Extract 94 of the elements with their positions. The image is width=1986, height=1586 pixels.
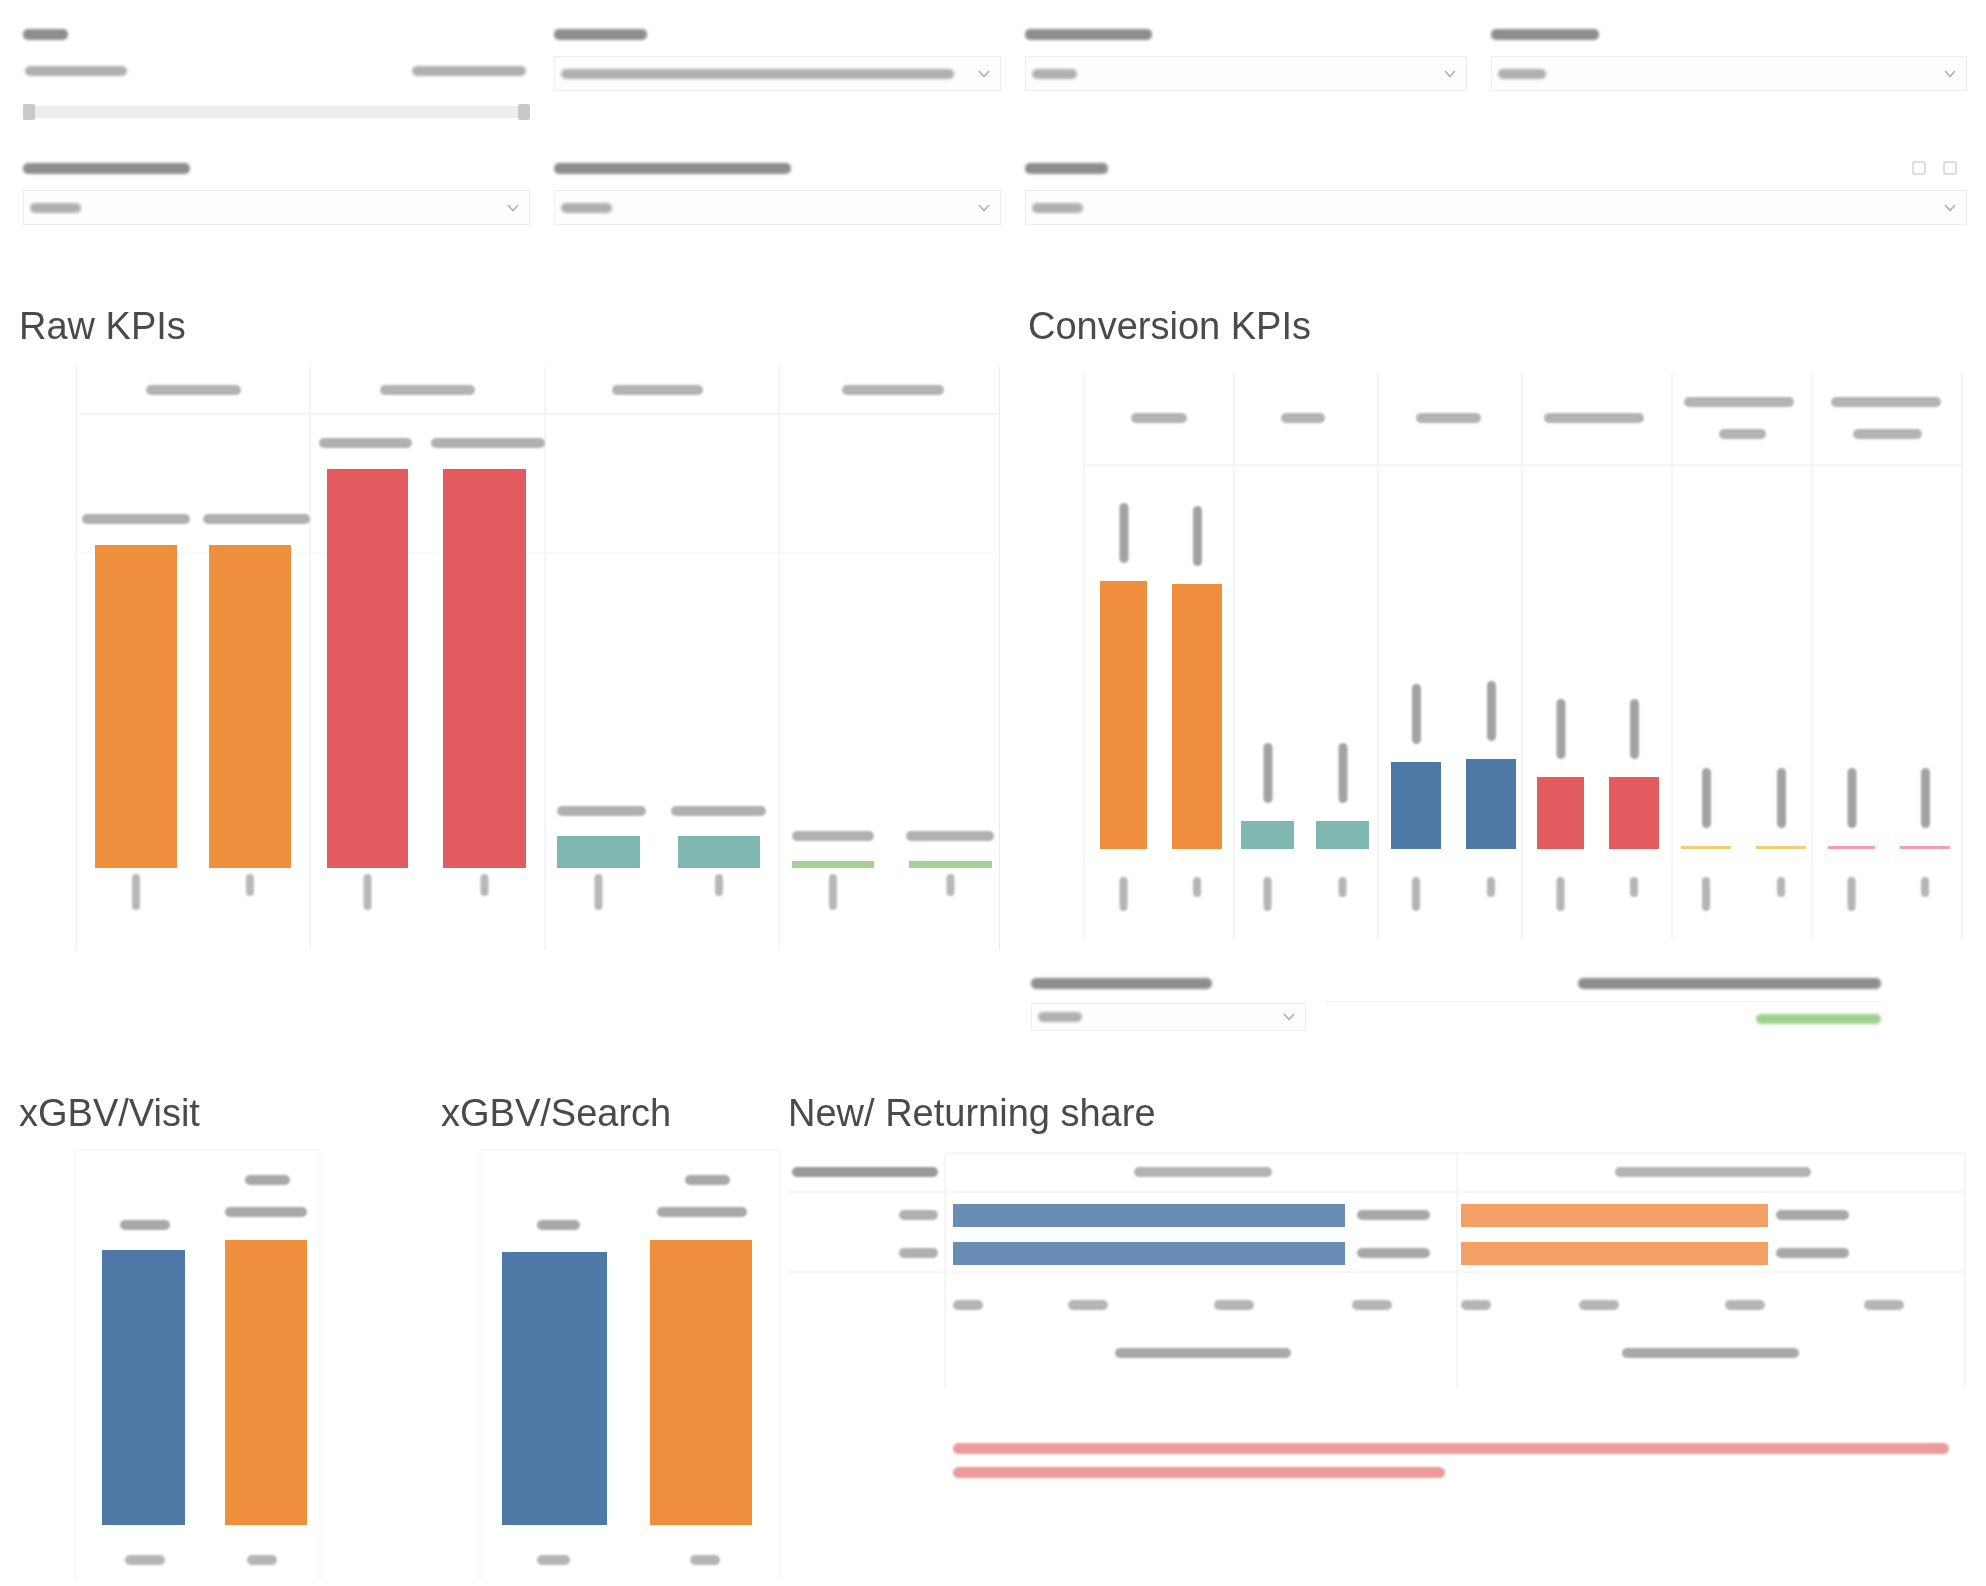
dropdown[interactable] — [23, 190, 530, 225]
blurred-text — [1416, 413, 1481, 423]
blurred-text — [1119, 877, 1128, 911]
caret-icon[interactable] — [1283, 1013, 1295, 1021]
bar — [1609, 777, 1659, 849]
caret-icon[interactable] — [1444, 69, 1456, 78]
blurred-text — [953, 1300, 983, 1310]
blurred-text — [594, 874, 603, 910]
blurred-text — [946, 874, 955, 896]
blurred-text — [1263, 743, 1273, 803]
blurred-text — [125, 1555, 165, 1565]
blurred-text — [899, 1210, 938, 1220]
blurred-text — [246, 874, 254, 896]
caret-icon[interactable] — [1944, 203, 1956, 212]
blurred-text — [1193, 506, 1202, 566]
dropdown[interactable] — [1025, 56, 1467, 91]
blurred-text — [1032, 68, 1077, 79]
blurred-text — [899, 1248, 938, 1258]
blurred-text — [1847, 877, 1856, 911]
blurred-text — [1487, 681, 1496, 741]
bar — [1681, 846, 1731, 849]
bar — [1316, 821, 1369, 849]
blurred-text — [685, 1175, 730, 1185]
blurred-text — [1921, 877, 1929, 897]
blurred-text — [1263, 877, 1272, 911]
blurred-text — [1847, 768, 1857, 828]
dropdown[interactable] — [1025, 190, 1967, 225]
blurred-text — [1193, 877, 1201, 897]
blurred-text — [30, 202, 81, 213]
blurred-text — [1702, 768, 1711, 828]
caret-icon[interactable] — [978, 203, 990, 212]
blurred-text — [247, 1555, 277, 1565]
caret-icon[interactable] — [507, 203, 519, 212]
dropdown[interactable] — [554, 56, 1001, 91]
blurred-text — [1702, 877, 1710, 911]
bar — [1756, 846, 1806, 849]
blurred-text — [1498, 68, 1546, 79]
blurred-text — [1556, 877, 1565, 911]
square-icon[interactable] — [1912, 161, 1926, 175]
section-title: Conversion KPIs — [1028, 304, 1312, 348]
bar — [1900, 846, 1950, 849]
blurred-text — [1131, 413, 1187, 423]
section-title: xGBV/Search — [441, 1091, 673, 1135]
blurred-text — [1214, 1300, 1254, 1310]
blurred-text — [23, 28, 68, 40]
caret-icon[interactable] — [1944, 69, 1956, 78]
dropdown[interactable] — [554, 190, 1001, 225]
blurred-text — [245, 1175, 290, 1185]
blurred-text — [537, 1555, 570, 1565]
blurred-text — [1461, 1300, 1491, 1310]
blurred-text — [1487, 877, 1495, 897]
blurred-text — [1281, 413, 1325, 423]
blurred-text — [537, 1220, 580, 1230]
blurred-text — [1412, 684, 1421, 744]
blurred-text — [1719, 429, 1766, 439]
blurred-text — [1352, 1300, 1392, 1310]
slider-handle[interactable] — [518, 104, 530, 120]
blurred-text — [1630, 699, 1639, 759]
blurred-text — [132, 874, 140, 910]
range-slider[interactable] — [23, 106, 530, 118]
blurred-text — [363, 874, 372, 910]
caret-icon[interactable] — [978, 69, 990, 78]
section-title: xGBV/Visit — [19, 1091, 201, 1135]
blurred-text — [1068, 1300, 1108, 1310]
square-icon[interactable] — [1943, 161, 1957, 175]
blurred-text — [1119, 503, 1129, 563]
dropdown[interactable] — [1031, 1003, 1306, 1031]
blurred-text — [1338, 877, 1347, 897]
slider-handle[interactable] — [23, 104, 35, 120]
section-title: New/ Returning share — [788, 1091, 1157, 1135]
blurred-text — [1630, 877, 1638, 897]
blurred-text — [1412, 877, 1420, 911]
blurred-text — [1853, 429, 1922, 439]
blurred-text — [1032, 202, 1083, 213]
bar — [1241, 821, 1294, 849]
bar — [1537, 777, 1584, 849]
dropdown[interactable] — [1491, 56, 1967, 91]
blurred-text — [690, 1555, 720, 1565]
blurred-text — [1864, 1300, 1904, 1310]
blurred-text — [1338, 743, 1348, 803]
blurred-text — [1579, 1300, 1619, 1310]
blurred-text — [1725, 1300, 1765, 1310]
blurred-text — [561, 202, 612, 213]
blurred-text — [715, 874, 723, 896]
blurred-text — [829, 874, 837, 910]
blurred-text — [1777, 877, 1785, 897]
blurred-text — [1038, 1012, 1082, 1022]
blurred-text — [120, 1220, 170, 1230]
blurred-text — [480, 874, 489, 896]
bar — [1828, 846, 1875, 849]
blurred-text — [1921, 768, 1930, 828]
blurred-text — [1556, 699, 1566, 759]
blurred-text — [1777, 768, 1786, 828]
section-title: Raw KPIs — [19, 304, 187, 348]
